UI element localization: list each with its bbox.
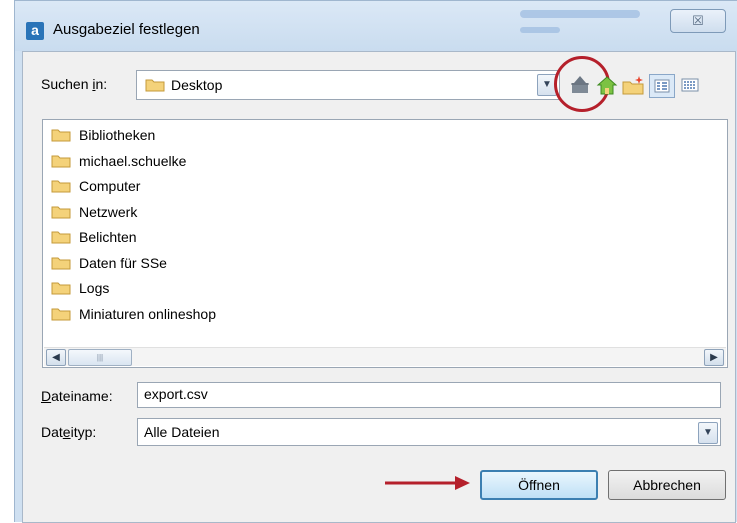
blurred-background-decoration <box>520 10 640 18</box>
look-in-dropdown[interactable]: Desktop ▼ <box>136 70 560 100</box>
folder-icon <box>51 180 71 193</box>
folder-icon <box>51 282 71 295</box>
details-view-icon[interactable] <box>678 74 702 96</box>
folder-icon <box>51 129 71 142</box>
filetype-value: Alle Dateien <box>144 424 220 440</box>
new-folder-icon[interactable] <box>621 74 645 96</box>
list-item-label: Computer <box>79 178 141 194</box>
app-icon: a <box>26 22 44 40</box>
filetype-dropdown-button[interactable]: ▼ <box>698 422 718 444</box>
folder-icon <box>51 155 71 168</box>
list-item[interactable]: Daten für SSe <box>51 252 167 274</box>
scrollbar-thumb[interactable]: ||| <box>68 349 132 366</box>
folder-icon <box>51 206 71 219</box>
chevron-down-icon: ▼ <box>703 427 713 438</box>
folder-icon <box>51 257 71 270</box>
horizontal-scrollbar[interactable]: ◀ ||| ▶ <box>44 347 726 366</box>
scroll-left-button[interactable]: ◀ <box>46 349 66 366</box>
cancel-button[interactable]: Abbrechen <box>608 470 726 500</box>
filename-label: Dateiname: <box>41 388 113 404</box>
list-item[interactable]: Computer <box>51 175 140 197</box>
dialog-body: Suchen in: Desktop ▼ Bibliotheken michae… <box>22 51 736 523</box>
filetype-dropdown[interactable]: Alle Dateien ▼ <box>137 418 721 446</box>
list-item[interactable]: Netzwerk <box>51 201 137 223</box>
list-view-icon[interactable] <box>649 74 675 98</box>
open-button[interactable]: Öffnen <box>480 470 598 500</box>
list-item[interactable]: Bibliotheken <box>51 124 155 146</box>
annotation-arrow <box>385 476 470 490</box>
list-item-label: Bibliotheken <box>79 127 156 143</box>
list-item[interactable]: michael.schuelke <box>51 150 186 172</box>
file-list[interactable]: Bibliotheken michael.schuelke Computer N… <box>42 119 728 368</box>
arrow-left-icon: ◀ <box>52 352 60 363</box>
chevron-down-icon: ▼ <box>542 79 552 90</box>
look-in-value: Desktop <box>171 77 223 93</box>
list-item-label: Logs <box>79 280 110 296</box>
list-item[interactable]: Belichten <box>51 226 137 248</box>
blurred-background-decoration <box>520 27 560 33</box>
up-one-level-icon[interactable] <box>568 74 592 96</box>
list-item[interactable]: Miniaturen onlineshop <box>51 303 216 325</box>
list-item[interactable]: Logs <box>51 277 109 299</box>
title-bar: a Ausgabeziel festlegen ☒ <box>15 1 737 51</box>
list-item-label: Netzwerk <box>79 204 138 220</box>
look-in-label: Suchen in: <box>41 76 108 92</box>
folder-icon <box>51 231 71 244</box>
dialog-window: a Ausgabeziel festlegen ☒ Suchen in: Des… <box>14 0 737 523</box>
list-item-label: Daten für SSe <box>79 255 167 271</box>
home-icon[interactable] <box>595 74 619 96</box>
scroll-right-button[interactable]: ▶ <box>704 349 724 366</box>
list-item-label: Belichten <box>79 229 137 245</box>
list-item-label: Miniaturen onlineshop <box>79 306 216 322</box>
close-button[interactable]: ☒ <box>670 9 726 33</box>
arrow-right-icon: ▶ <box>710 352 718 363</box>
filename-input[interactable] <box>138 383 720 405</box>
folder-icon <box>145 79 165 92</box>
folder-icon <box>51 308 71 321</box>
list-item-label: michael.schuelke <box>79 153 187 169</box>
filename-field[interactable] <box>137 382 721 408</box>
filetype-label: Dateityp: <box>41 424 97 440</box>
window-title: Ausgabeziel festlegen <box>53 21 200 38</box>
close-icon: ☒ <box>692 13 704 28</box>
